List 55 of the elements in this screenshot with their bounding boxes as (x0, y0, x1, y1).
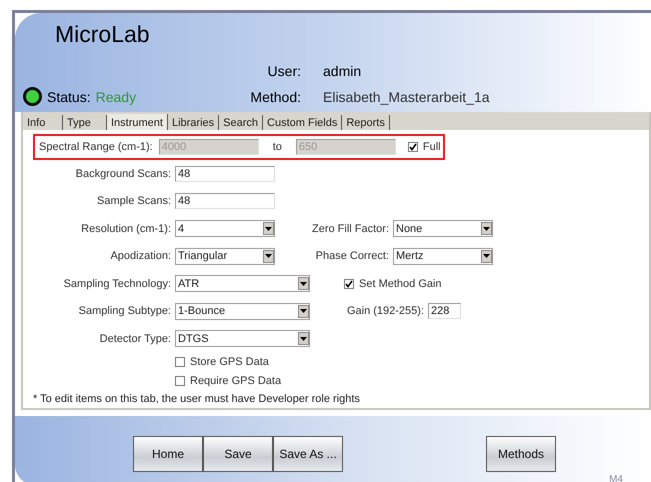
nav-button[interactable]: Save (203, 436, 273, 472)
field-label: Phase Correct: (314, 250, 389, 262)
tab[interactable]: Info (23, 115, 63, 130)
footnote: * To edit items on this tab, the user must have Developer role rights (33, 392, 361, 404)
field-label: Sample Scans: (96, 195, 171, 208)
app-title: MicroLab (55, 21, 150, 48)
status-label: Status: (47, 88, 91, 104)
field-label: Gain (192-255): (346, 305, 424, 318)
corner-mark: M4 (609, 474, 623, 482)
input-field[interactable]: 48 (175, 193, 275, 210)
input-field[interactable]: 48 (175, 166, 275, 182)
user-label: User: (266, 63, 302, 79)
checkbox-label: Require GPS Data (190, 375, 282, 387)
caret-icon[interactable] (481, 222, 492, 236)
checkbox-label: Full (422, 141, 441, 153)
caret-icon[interactable] (298, 277, 309, 290)
method-label: Method: (249, 88, 302, 104)
dropdown[interactable]: 1-Bounce (175, 302, 310, 320)
dropdown[interactable]: DTGS (175, 330, 310, 348)
user-name: admin (323, 63, 362, 79)
checkbox[interactable] (175, 357, 185, 367)
caret-icon[interactable] (263, 222, 274, 236)
checkbox[interactable] (344, 278, 354, 289)
field-label: Sampling Technology: (62, 278, 171, 290)
dropdown[interactable]: 4 (175, 220, 275, 238)
nav-button[interactable]: Home (133, 436, 203, 472)
tab[interactable]: Instrument (107, 114, 168, 130)
methods-button[interactable]: Methods (486, 436, 556, 472)
field-label: Zero Fill Factor: (310, 222, 389, 235)
tab[interactable]: Reports (342, 115, 390, 130)
dropdown[interactable]: Mertz (393, 248, 493, 265)
caret-icon[interactable] (481, 250, 492, 263)
dropdown[interactable]: ATR (175, 275, 310, 292)
to-label: to (272, 141, 282, 153)
field-label: Apodization: (109, 250, 171, 262)
input-field[interactable]: 228 (428, 303, 461, 320)
field-label: Sampling Subtype: (78, 305, 171, 318)
checkbox-label: Store GPS Data (190, 356, 269, 368)
caret-icon[interactable] (298, 304, 309, 318)
checkbox[interactable] (175, 376, 185, 386)
field-label: Background Scans: (74, 168, 171, 180)
tab[interactable]: Libraries (168, 115, 220, 130)
tab[interactable]: Custom Fields (263, 115, 342, 130)
caret-icon[interactable] (298, 332, 309, 346)
method-name: Elisabeth_Masterarbeit_1a (323, 88, 491, 104)
checkbox-label: Set Method Gain (359, 278, 442, 290)
field-label: Detector Type: (98, 332, 171, 345)
tab[interactable]: Search (219, 115, 264, 130)
caret-icon[interactable] (263, 250, 274, 263)
dropdown[interactable]: None (393, 220, 493, 238)
nav-button[interactable]: Save As ... (273, 436, 343, 472)
dropdown[interactable]: Triangular (175, 248, 275, 265)
field-label: Spectral Range (cm-1): (38, 141, 153, 153)
field-label: Resolution (cm-1): (80, 222, 171, 235)
status-value: Ready (96, 88, 136, 104)
